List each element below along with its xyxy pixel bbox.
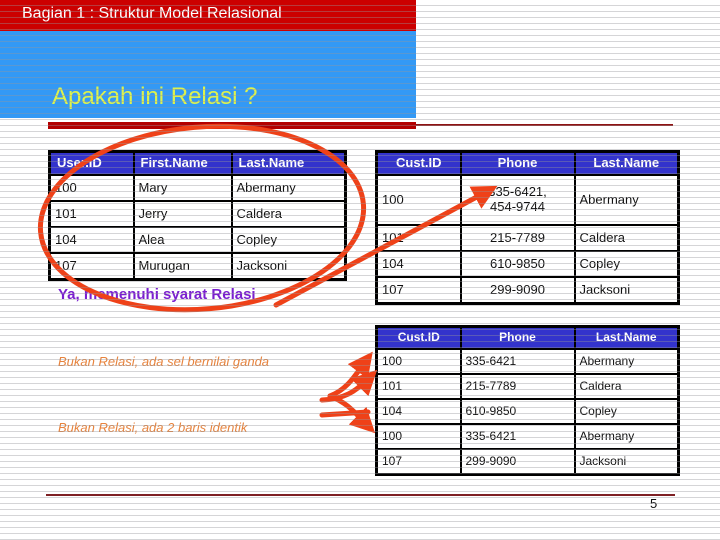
column-header-lastname: Last.Name: [230, 150, 347, 176]
ink-arrow-duplicate-lower: [327, 393, 376, 434]
column-header-custid: Cust.ID: [375, 325, 462, 350]
cell-lastname: Copley: [230, 226, 347, 254]
cell-phone: 215-7789: [459, 373, 576, 400]
cell-lastname: Abermany: [230, 174, 347, 202]
cell-lastname: Jacksoni: [573, 448, 680, 476]
ink-arrow-duplicate-upper: [327, 351, 373, 399]
phone-value-2: 454-9744: [490, 199, 545, 214]
ink-arrow-duplicate-fork: [319, 369, 378, 403]
table-row: 100 335-6421, 454-9744 Abermany: [375, 174, 680, 226]
column-header-lastname: Last.Name: [573, 150, 680, 176]
column-header-phone: Phone: [459, 150, 576, 176]
cell-phone: 335-6421: [459, 423, 576, 450]
annotation-valid-relation: Ya, memenuhi syarat Relasi: [58, 286, 256, 303]
table-row: 104 610-9850 Copley: [375, 250, 680, 278]
cell-custid: 100: [375, 423, 462, 450]
table-row: 107 Murugan Jacksoni: [48, 252, 347, 281]
column-header-lastname: Last.Name: [573, 325, 680, 350]
cell-custid: 107: [375, 276, 462, 305]
column-header-phone: Phone: [459, 325, 576, 350]
table-header-row: Cust.ID Phone Last.Name: [375, 325, 680, 350]
ink-arrow-duplicate-stem: [319, 409, 371, 418]
table-row: 107 299-9090 Jacksoni: [375, 448, 680, 476]
cell-custid: 100: [375, 348, 462, 375]
table-users: User.ID First.Name Last.Name 100 Mary Ab…: [48, 150, 347, 281]
cell-lastname: Abermany: [573, 348, 680, 375]
cell-lastname: Caldera: [573, 373, 680, 400]
cell-lastname: Caldera: [230, 200, 347, 228]
cell-firstname: Alea: [132, 226, 233, 254]
cell-phone: 610-9850: [459, 250, 576, 278]
table-row: 100 335-6421 Abermany: [375, 348, 680, 375]
cell-lastname: Copley: [573, 250, 680, 278]
cell-lastname: Jacksoni: [230, 252, 347, 281]
cell-phone: 299-9090: [459, 448, 576, 476]
table-row: 101 215-7789 Caldera: [375, 373, 680, 400]
cell-phone: 299-9090: [459, 276, 576, 305]
slide-subtitle: Apakah ini Relasi ?: [52, 83, 258, 110]
cell-firstname: Mary: [132, 174, 233, 202]
column-header-custid: Cust.ID: [375, 150, 462, 176]
cell-userid: 101: [48, 200, 135, 228]
column-header-firstname: First.Name: [132, 150, 233, 176]
cell-custid: 101: [375, 224, 462, 252]
table-header-row: Cust.ID Phone Last.Name: [375, 150, 680, 176]
annotation-multivalued-cell: Bukan Relasi, ada sel bernilai ganda: [58, 354, 270, 369]
column-header-userid: User.ID: [48, 150, 135, 176]
table-row: 100 335-6421 Abermany: [375, 423, 680, 450]
header-rule-thick: [48, 122, 416, 129]
page-number: 5: [650, 496, 658, 511]
phone-value-1: 335-6421,: [488, 184, 547, 200]
annotation-duplicate-rows: Bukan Relasi, ada 2 baris identik: [58, 420, 248, 435]
cell-userid: 100: [48, 174, 135, 202]
header-rule-thin: [416, 124, 673, 126]
cell-lastname: Abermany: [573, 174, 680, 226]
cell-userid: 104: [48, 226, 135, 254]
table-row: 104 610-9850 Copley: [375, 398, 680, 425]
cell-lastname: Abermany: [573, 423, 680, 450]
page-title: Bagian 1 : Struktur Model Relasional: [22, 5, 282, 22]
table-header-row: User.ID First.Name Last.Name: [48, 150, 347, 176]
cell-lastname: Copley: [573, 398, 680, 425]
cell-firstname: Jerry: [132, 200, 233, 228]
cell-firstname: Murugan: [132, 252, 233, 281]
cell-custid: 107: [375, 448, 462, 476]
table-customers-duplicate: Cust.ID Phone Last.Name 100 335-6421 Abe…: [375, 325, 680, 476]
cell-custid: 104: [375, 250, 462, 278]
cell-custid: 104: [375, 398, 462, 425]
cell-lastname: Jacksoni: [573, 276, 680, 305]
table-row: 101 215-7789 Caldera: [375, 224, 680, 252]
table-row: 100 Mary Abermany: [48, 174, 347, 202]
cell-phone-multivalued: 335-6421, 454-9744: [459, 174, 576, 226]
cell-phone: 215-7789: [459, 224, 576, 252]
table-row: 101 Jerry Caldera: [48, 200, 347, 228]
footer-rule: [46, 494, 675, 496]
cell-custid: 100: [375, 174, 462, 226]
table-row: 104 Alea Copley: [48, 226, 347, 254]
cell-phone: 610-9850: [459, 398, 576, 425]
cell-userid: 107: [48, 252, 135, 281]
cell-lastname: Caldera: [573, 224, 680, 252]
table-row: 107 299-9090 Jacksoni: [375, 276, 680, 305]
table-customers-multivalued: Cust.ID Phone Last.Name 100 335-6421, 45…: [375, 150, 680, 305]
cell-phone: 335-6421: [459, 348, 576, 375]
cell-custid: 101: [375, 373, 462, 400]
